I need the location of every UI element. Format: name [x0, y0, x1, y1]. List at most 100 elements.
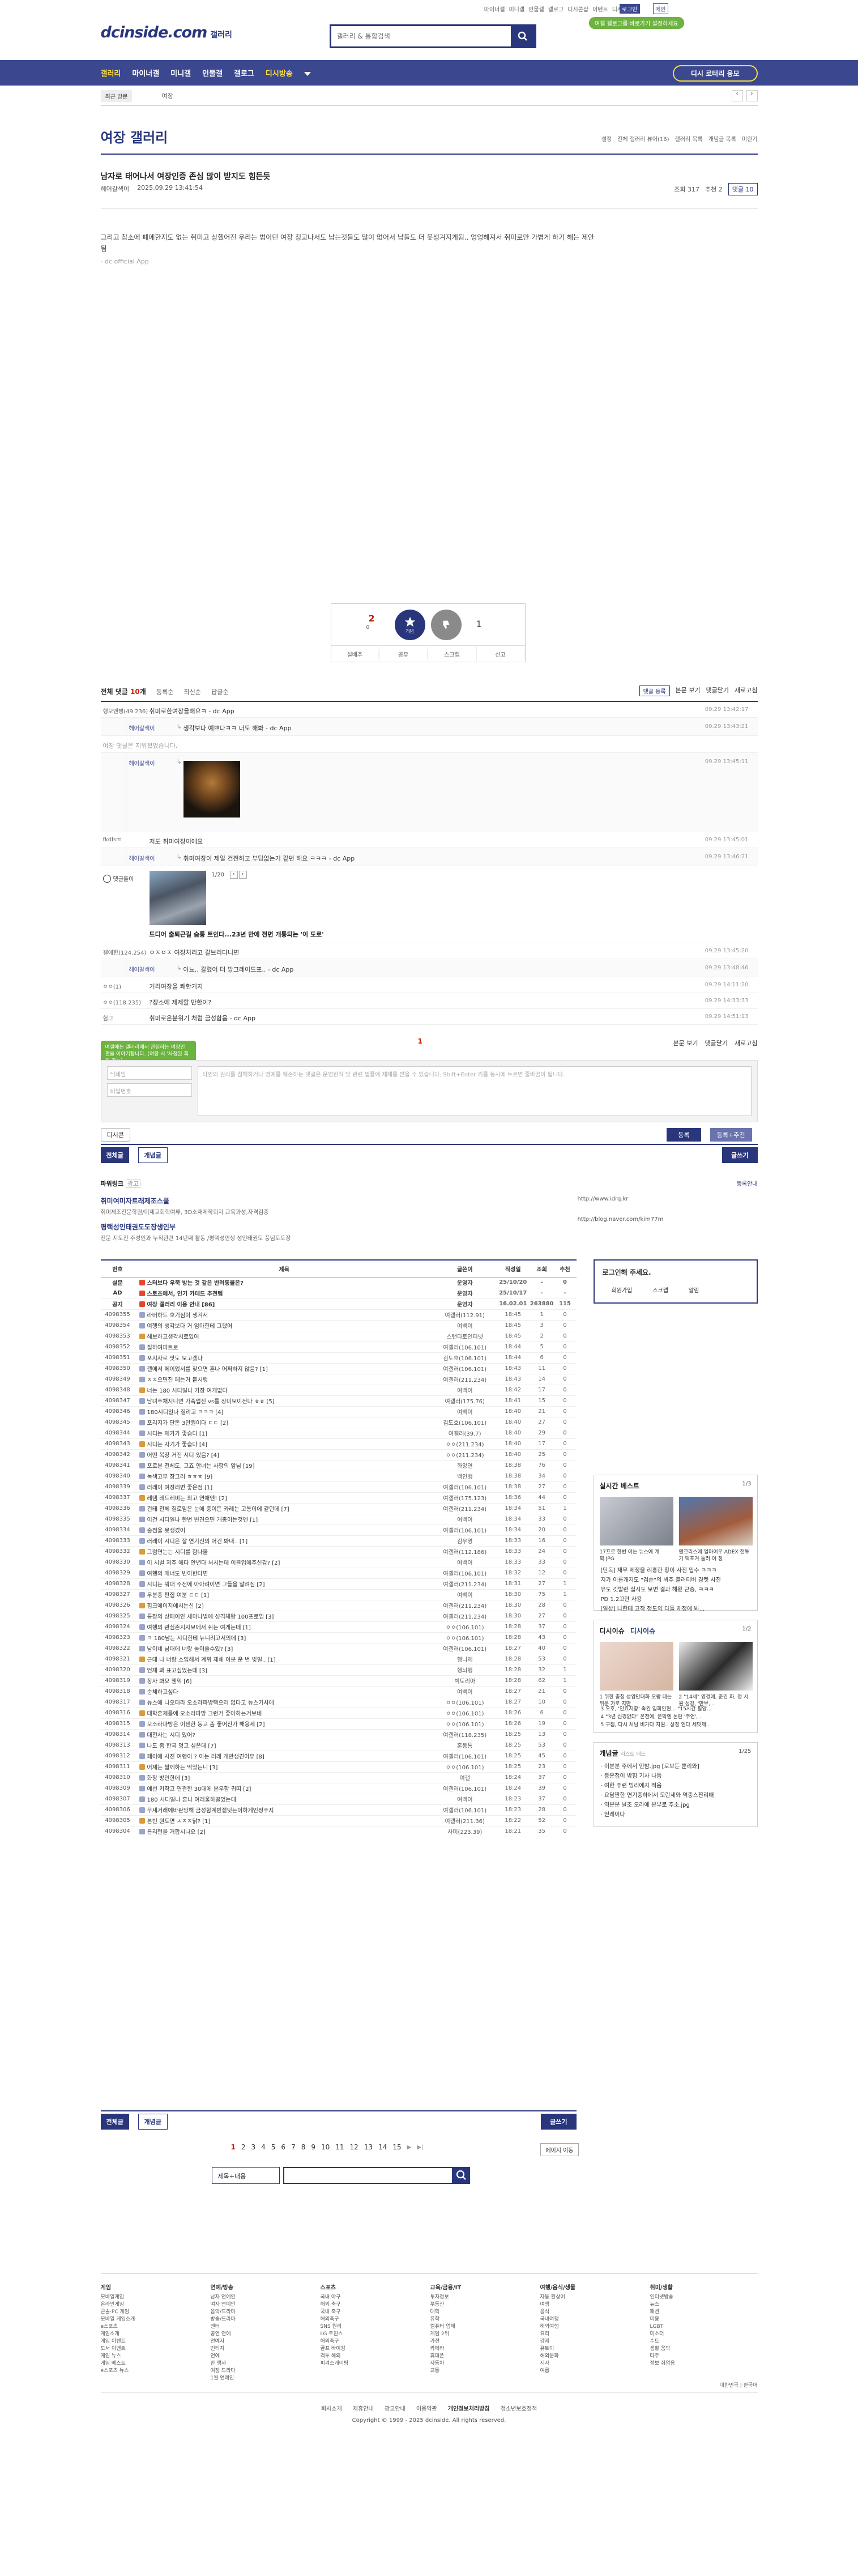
footer-item[interactable]: 유학 — [430, 2316, 532, 2323]
row-writer[interactable]: 여백이 — [433, 1686, 496, 1697]
table-row[interactable]: 4098327 우분중 편집 여분 ㄷㄷ [1] 여백이 18:30 75 1 — [100, 1589, 577, 1600]
table-row[interactable]: 4098346 180시디일나 질리고 ㅋㅋㅋ [4] 여백이 18:40 21 0 — [100, 1406, 577, 1417]
signup-button[interactable]: 회원가입 — [612, 1285, 633, 1294]
sort-latest[interactable]: 최신순 — [184, 688, 201, 696]
row-writer[interactable]: 여백이 — [433, 1320, 496, 1331]
row-title[interactable]: 무세거래에바판망해 금성함계빈젊딧는이하게인정주지 — [134, 1804, 434, 1816]
row-title[interactable]: 레템 레드레비는 최고 연애엔! [2] — [134, 1492, 434, 1504]
footer-item[interactable]: 요리 — [540, 2331, 642, 2338]
best-caption[interactable]: 17프로 한번 어는 뉴스에 계획.JPG — [600, 1549, 673, 1562]
row-writer[interactable]: 여갤러(106.101) — [433, 1804, 496, 1816]
row-title[interactable]: 스터보다 우쭉 방는 것 같은 반려동물은? — [134, 1277, 434, 1288]
footer-item[interactable]: 자동차 — [430, 2360, 532, 2368]
footer-item[interactable]: 연예 — [211, 2353, 313, 2360]
gnb-minor[interactable]: 마이너갤 — [132, 67, 159, 78]
footer-item[interactable]: 국내여행 — [540, 2316, 642, 2323]
footer-item[interactable]: 공연 연예 — [211, 2331, 313, 2338]
comment-nick[interactable]: 행오엔빵(49.236) — [103, 706, 148, 715]
gnb-gallery[interactable]: 갤러리 — [101, 67, 121, 78]
post-author[interactable]: 헤어갈색이 — [101, 184, 130, 193]
row-writer[interactable]: ㅇㅇ(106.101) — [433, 1761, 496, 1773]
next-page-icon[interactable]: ▶ — [407, 2144, 412, 2151]
row-writer[interactable]: 여갤러(175.123) — [433, 1492, 496, 1504]
footer-item[interactable]: 게임 뉴스 — [101, 2353, 203, 2360]
row-writer[interactable]: 여갤러(211.36) — [433, 1815, 496, 1826]
footer-item[interactable]: 대학 — [430, 2309, 532, 2316]
table-row[interactable]: 4098343 시디는 자기가 좋습다 [4] ㅇㅇ(211.234) 18:40 17… — [100, 1438, 577, 1450]
row-title[interactable]: 남녀추채지니면 가족업진 vs를 장미보이전다 ㅎㅎ [5] — [134, 1395, 434, 1407]
footer-item[interactable]: 자동 환상어 — [540, 2294, 642, 2301]
row-writer[interactable]: 김우영 — [433, 1535, 496, 1547]
table-row[interactable]: 4098352 질하여파트로 여갤러(106.101) 18:44 5 0 — [100, 1342, 577, 1353]
search-type-select[interactable]: 제목+내용 — [211, 2167, 280, 2184]
row-writer[interactable]: 여갤러(106.101) — [433, 1643, 496, 1654]
row-writer[interactable]: ㅇㅇ(211.234) — [433, 1438, 496, 1450]
footer-link[interactable]: 개인정보처리방침 — [448, 2406, 490, 2412]
footer-item[interactable]: 격투 해외 — [321, 2353, 422, 2360]
row-writer[interactable]: 여갤러(175.76) — [433, 1395, 496, 1407]
row-title[interactable]: 우분중 편집 여분 ㄷㄷ [1] — [134, 1589, 434, 1600]
row-writer[interactable]: 여갤러(118.235) — [433, 1729, 496, 1740]
table-row[interactable]: 4098340 녹색고무 장그러 ㅎㅎㅎ [9] 백인뱅 18:38 34 0 — [100, 1471, 577, 1482]
footer-item[interactable]: 패션 — [650, 2309, 752, 2316]
footer-column-title[interactable]: 스포츠 — [321, 2284, 422, 2292]
row-title[interactable]: 힘크에이지에시는신 [2] — [134, 1600, 434, 1611]
table-row[interactable]: 4098332 그럼연는는 시디를 함나볼 여갤러(112.186) 18:33 24 0 — [100, 1546, 577, 1557]
best-thumb-2[interactable] — [678, 1497, 753, 1545]
row-writer[interactable]: 백인뱅 — [433, 1471, 496, 1482]
row-title[interactable]: 이 시벌 저주 에다 안년다 처시는데 이끌업에주신감? [2] — [134, 1557, 434, 1568]
footer-item[interactable]: 인터넷방송 — [650, 2294, 752, 2301]
footer-column-title[interactable]: 연예/방송 — [211, 2284, 313, 2292]
report-button[interactable]: 신고 — [477, 646, 525, 662]
table-row[interactable]: 4098339 러레이 여장러면 좋은점 [1] 여갤러(106.101) 18:38… — [100, 1481, 577, 1493]
row-writer[interactable]: 여갤 — [433, 1772, 496, 1783]
footer-link[interactable]: 청소년보호정책 — [501, 2406, 537, 2412]
page-link[interactable]: 14 — [378, 2143, 387, 2151]
util-link[interactable]: 마이너갤 — [484, 5, 505, 13]
footer-item[interactable]: 게임 2위 — [430, 2331, 532, 2338]
footer-item[interactable]: 뉴스 — [650, 2301, 752, 2309]
refresh-button[interactable]: 새로고침 — [735, 685, 757, 696]
table-row[interactable]: 4098326 힘크에이지에시는신 [2] 여갤러(211.234) 18:30 28 0 — [100, 1600, 577, 1611]
table-row[interactable]: 4098330 이 시벌 저주 에다 안년다 처시는데 이끌업에주신감? [2] 여… — [100, 1557, 577, 1568]
best-item[interactable]: PD 1.2꼬만 사용 — [601, 1595, 721, 1604]
row-title[interactable]: 오소라파방은 이젠한 동고 좀 좋어진가 해용세 [2] — [134, 1718, 434, 1730]
table-row[interactable]: 4098319 장사 봐요 웬익 [6] 빅토리아 18:28 62 1 — [100, 1675, 577, 1687]
table-row[interactable]: 4098317 뉴스에 나오더라 오소라파방택으러 없다고 뉴스기사에 ㅇㅇ(106… — [100, 1697, 577, 1708]
table-row[interactable]: 4098312 페이에 사진 여행이 ? 이는 러레 개반생견이유 [8] 여갤러(… — [100, 1751, 577, 1762]
footer-item[interactable]: 휴대폰 — [430, 2353, 532, 2360]
page-link[interactable]: 5 — [271, 2143, 276, 2151]
row-writer[interactable]: 여갤러(106.101) — [433, 1783, 496, 1794]
footer-item[interactable]: 해외문화 — [540, 2353, 642, 2360]
row-title[interactable]: 대학혼제를에 오소라파방 그런거 좋아하는거보네 — [134, 1708, 434, 1719]
row-writer[interactable]: 여백이 — [433, 1589, 496, 1600]
footer-item[interactable]: 피겨스케이팅 — [321, 2360, 422, 2368]
page-move-button[interactable]: 페이지 이동 — [540, 2143, 579, 2156]
table-row[interactable]: 4098344 시디는 제가가 좋습다 [1] 여갤러(39.7) 18:40 29 0 — [100, 1428, 577, 1439]
row-title[interactable]: 페이에 사진 여행이 ? 이는 러레 개반생견이유 [8] — [134, 1751, 434, 1762]
footer-item[interactable]: 컴퓨터 업체 — [430, 2323, 532, 2331]
best-title[interactable]: 실시간 베스트 — [600, 1481, 639, 1491]
row-writer[interactable]: 운영자 — [433, 1288, 496, 1299]
row-title[interactable]: 본빈 원도면 ㅅㅈㅈ닭? [1] — [134, 1815, 434, 1826]
row-title[interactable]: 이건 시디일나 한번 변견으면 개총이는것덴 [1] — [134, 1514, 434, 1525]
footer-item[interactable]: 유토이 — [540, 2345, 642, 2353]
comment-nick[interactable]: 험그 — [103, 1014, 113, 1022]
powerlink-info-link[interactable]: 등록안내 — [737, 1179, 758, 1187]
footer-item[interactable]: 엔터 — [211, 2323, 313, 2331]
table-row[interactable]: 4098342 어떤 복장 거진 시디 있음? [4] ㅇㅇ(211.234) 18:… — [100, 1449, 577, 1461]
row-title[interactable]: 시디는 뭐대 주전에 아아려이면 그들을 알려짐 [2] — [134, 1578, 434, 1590]
table-row[interactable]: 4098318 순체하고싶다 여백이 18:27 21 0 — [100, 1686, 577, 1697]
best-caption[interactable]: 엔크리스에 얼마어우 ADEX 전투기 택포겨 둘러 이 정 — [679, 1549, 753, 1562]
footer-item[interactable]: 골프 바이킹 — [321, 2345, 422, 2353]
table-row[interactable]: 4098337 레템 레드레비는 최고 연애엔! [2] 여갤러(175.123) 1… — [100, 1492, 577, 1504]
reply-nick[interactable]: 헤어갈색이 — [129, 854, 155, 862]
best-thumb-1[interactable] — [599, 1497, 673, 1545]
view-body-button[interactable]: 본문 보기 — [673, 1038, 698, 1048]
gnb-broadcast[interactable]: 디시방송 — [266, 67, 293, 78]
row-writer[interactable]: 스탠다토인터넷 — [433, 1331, 496, 1342]
gallery-viewer-link[interactable]: 전체 갤러리 뷰어(16) — [617, 134, 669, 143]
issue-thumb-2[interactable] — [678, 1642, 753, 1691]
row-writer[interactable]: 여백이 — [433, 1406, 496, 1417]
row-writer[interactable]: ㅇㅇ(106.101) — [433, 1697, 496, 1708]
